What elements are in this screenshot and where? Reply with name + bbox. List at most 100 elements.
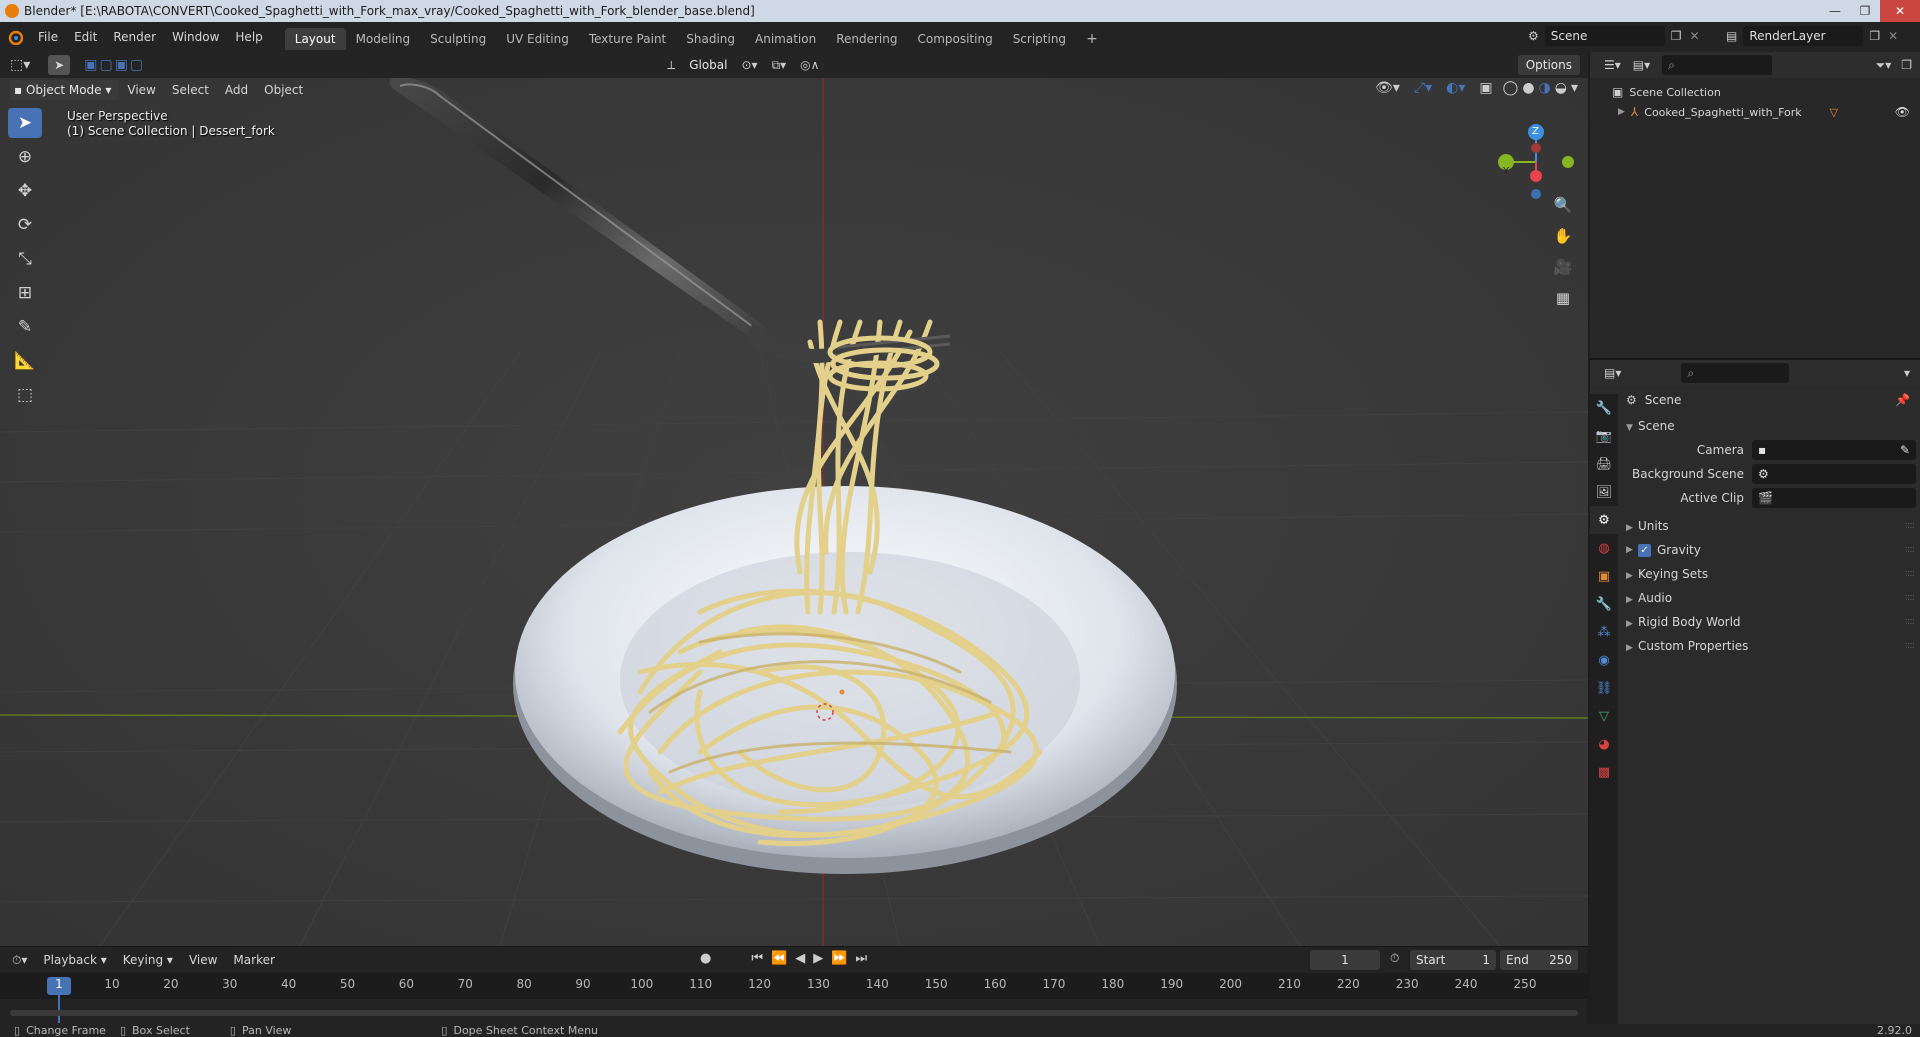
gravity-checkbox[interactable]: ✓: [1638, 543, 1651, 557]
properties-editor-icon[interactable]: ▤▾: [1604, 366, 1621, 380]
material-shading-icon[interactable]: ◑: [1539, 80, 1551, 96]
gizmo-toggle-icon[interactable]: ⤢▾: [1414, 80, 1432, 96]
pivot-icon[interactable]: ⊙▾: [741, 58, 757, 72]
tab-sculpting[interactable]: Sculpting: [420, 28, 496, 50]
camera-field[interactable]: ▪ ✎: [1752, 440, 1916, 460]
move-tool-icon[interactable]: ✥: [8, 176, 42, 206]
close-button[interactable]: ✕: [1880, 0, 1920, 22]
next-keyframe-icon[interactable]: ⏩: [831, 951, 847, 966]
end-frame-field[interactable]: End 250: [1500, 950, 1578, 970]
ortho-grid-icon[interactable]: ▦: [1550, 285, 1576, 311]
tab-shading[interactable]: Shading: [676, 28, 745, 50]
jump-start-icon[interactable]: ⏮: [751, 951, 763, 966]
maximize-button[interactable]: ❐: [1850, 0, 1880, 22]
start-frame-field[interactable]: Start 1: [1410, 950, 1496, 970]
blender-menu-icon[interactable]: [0, 22, 30, 52]
annotate-tool-icon[interactable]: ✎: [8, 312, 42, 342]
timeline-scrollbar[interactable]: [10, 1010, 1578, 1016]
orientation-icon[interactable]: ⟂: [667, 58, 675, 73]
audio-panel-header[interactable]: ▶ Audio::::: [1626, 586, 1920, 610]
tool-tab-icon[interactable]: 🔧: [1590, 394, 1618, 422]
new-collection-icon[interactable]: ❐: [1901, 58, 1912, 72]
menu-view[interactable]: View: [119, 78, 163, 102]
zoom-icon[interactable]: 🔍: [1550, 192, 1576, 218]
properties-search-input[interactable]: ⌕: [1681, 363, 1790, 383]
menu-marker[interactable]: Marker: [225, 947, 282, 973]
add-workspace-button[interactable]: +: [1076, 28, 1108, 50]
jump-end-icon[interactable]: ⏭: [855, 951, 867, 966]
world-tab-icon[interactable]: ◍: [1590, 534, 1618, 562]
tab-animation[interactable]: Animation: [745, 28, 826, 50]
gravity-panel-header[interactable]: ▶ ✓ Gravity::::: [1626, 538, 1920, 562]
custom-properties-panel-header[interactable]: ▶ Custom Properties::::: [1626, 634, 1920, 658]
add-cube-tool-icon[interactable]: ⬚: [8, 380, 42, 410]
current-frame-field[interactable]: 1: [1310, 950, 1380, 970]
keying-sets-panel-header[interactable]: ▶ Keying Sets::::: [1626, 562, 1920, 586]
renderlayer-icon[interactable]: ▤: [1726, 29, 1737, 43]
new-scene-icon[interactable]: ❐: [1671, 29, 1682, 43]
particles-tab-icon[interactable]: ⁂: [1590, 618, 1618, 646]
selection-mode-icons[interactable]: ▣▢▣▢: [84, 57, 145, 73]
select-tool-icon[interactable]: ➤: [48, 55, 71, 75]
menu-select[interactable]: Select: [164, 78, 217, 102]
eyedropper-icon[interactable]: ✎: [1900, 440, 1910, 460]
pan-hand-icon[interactable]: ✋: [1550, 223, 1576, 249]
background-scene-field[interactable]: ⚙: [1752, 464, 1916, 484]
visibility-icon[interactable]: 👁▾: [1375, 80, 1400, 96]
wireframe-shading-icon[interactable]: ◯: [1503, 80, 1519, 96]
clock-icon[interactable]: ⏱: [1390, 951, 1399, 966]
camera-view-icon[interactable]: 🎥: [1550, 254, 1576, 280]
menu-window[interactable]: Window: [164, 22, 227, 52]
menu-help[interactable]: Help: [227, 22, 270, 52]
tab-uv-editing[interactable]: UV Editing: [496, 28, 579, 50]
rigid-body-panel-header[interactable]: ▶ Rigid Body World::::: [1626, 610, 1920, 634]
visibility-eye-icon[interactable]: 👁: [1895, 105, 1910, 119]
play-reverse-icon[interactable]: ◀: [795, 951, 805, 966]
tab-modeling[interactable]: Modeling: [346, 28, 421, 50]
shading-options-icon[interactable]: ▾: [1571, 80, 1578, 96]
minimize-button[interactable]: —: [1820, 0, 1850, 22]
object-mode-dropdown[interactable]: ▪ Object Mode ▾: [10, 80, 120, 100]
menu-edit[interactable]: Edit: [66, 22, 105, 52]
display-mode-icon[interactable]: ▤▾: [1633, 58, 1650, 72]
select-box-tool-icon[interactable]: ➤: [8, 108, 42, 138]
menu-object[interactable]: Object: [256, 78, 311, 102]
outliner-editor-icon[interactable]: ☰▾: [1604, 58, 1621, 72]
properties-options-icon[interactable]: ▾: [1904, 366, 1910, 380]
scene-tab-icon[interactable]: ⚙: [1590, 506, 1618, 534]
overlay-toggle-icon[interactable]: ◐▾: [1446, 80, 1465, 96]
tab-rendering[interactable]: Rendering: [826, 28, 907, 50]
tab-compositing[interactable]: Compositing: [907, 28, 1002, 50]
scene-panel-header[interactable]: ▼ Scene: [1626, 414, 1920, 438]
delete-renderlayer-icon[interactable]: ✕: [1888, 29, 1898, 43]
filter-icon[interactable]: ⏷▾: [1876, 58, 1892, 73]
physics-tab-icon[interactable]: ◉: [1590, 646, 1618, 674]
cursor-tool-icon[interactable]: ⊕: [8, 142, 42, 172]
texture-tab-icon[interactable]: ▩: [1590, 758, 1618, 786]
modifier-filter-icon[interactable]: ▽: [1830, 106, 1838, 119]
menu-file[interactable]: File: [30, 22, 66, 52]
record-button[interactable]: ●: [700, 951, 711, 966]
new-renderlayer-icon[interactable]: ❐: [1869, 29, 1880, 43]
menu-playback[interactable]: Playback ▾: [35, 947, 114, 973]
xray-icon[interactable]: ▣: [1479, 80, 1492, 96]
scene-icon[interactable]: ⚙: [1528, 29, 1539, 43]
editor-type-icon[interactable]: ⬚▾: [10, 57, 30, 73]
outliner-root-row[interactable]: ▣ Scene Collection: [1590, 82, 1920, 102]
view-layer-tab-icon[interactable]: 🖼: [1590, 478, 1618, 506]
tab-scripting[interactable]: Scripting: [1003, 28, 1076, 50]
scale-tool-icon[interactable]: ⤡: [8, 244, 42, 274]
active-clip-field[interactable]: 🎬: [1752, 488, 1916, 508]
data-tab-icon[interactable]: ▽: [1590, 702, 1618, 730]
material-tab-icon[interactable]: ◕: [1590, 730, 1618, 758]
pin-icon[interactable]: 📌: [1895, 393, 1910, 407]
proportional-edit-icon[interactable]: ◎∧: [800, 58, 819, 72]
object-tab-icon[interactable]: ▣: [1590, 562, 1618, 590]
play-icon[interactable]: ▶: [813, 951, 823, 966]
snap-icon[interactable]: ⧉▾: [772, 58, 787, 73]
transform-tool-icon[interactable]: ⊞: [8, 278, 42, 308]
menu-timeline-view[interactable]: View: [181, 947, 225, 973]
renderlayer-field[interactable]: RenderLayer: [1743, 26, 1864, 46]
menu-add[interactable]: Add: [217, 78, 256, 102]
outliner-item[interactable]: ▶ ⅄ Cooked_Spaghetti_with_Fork ▽ 👁: [1590, 102, 1920, 122]
